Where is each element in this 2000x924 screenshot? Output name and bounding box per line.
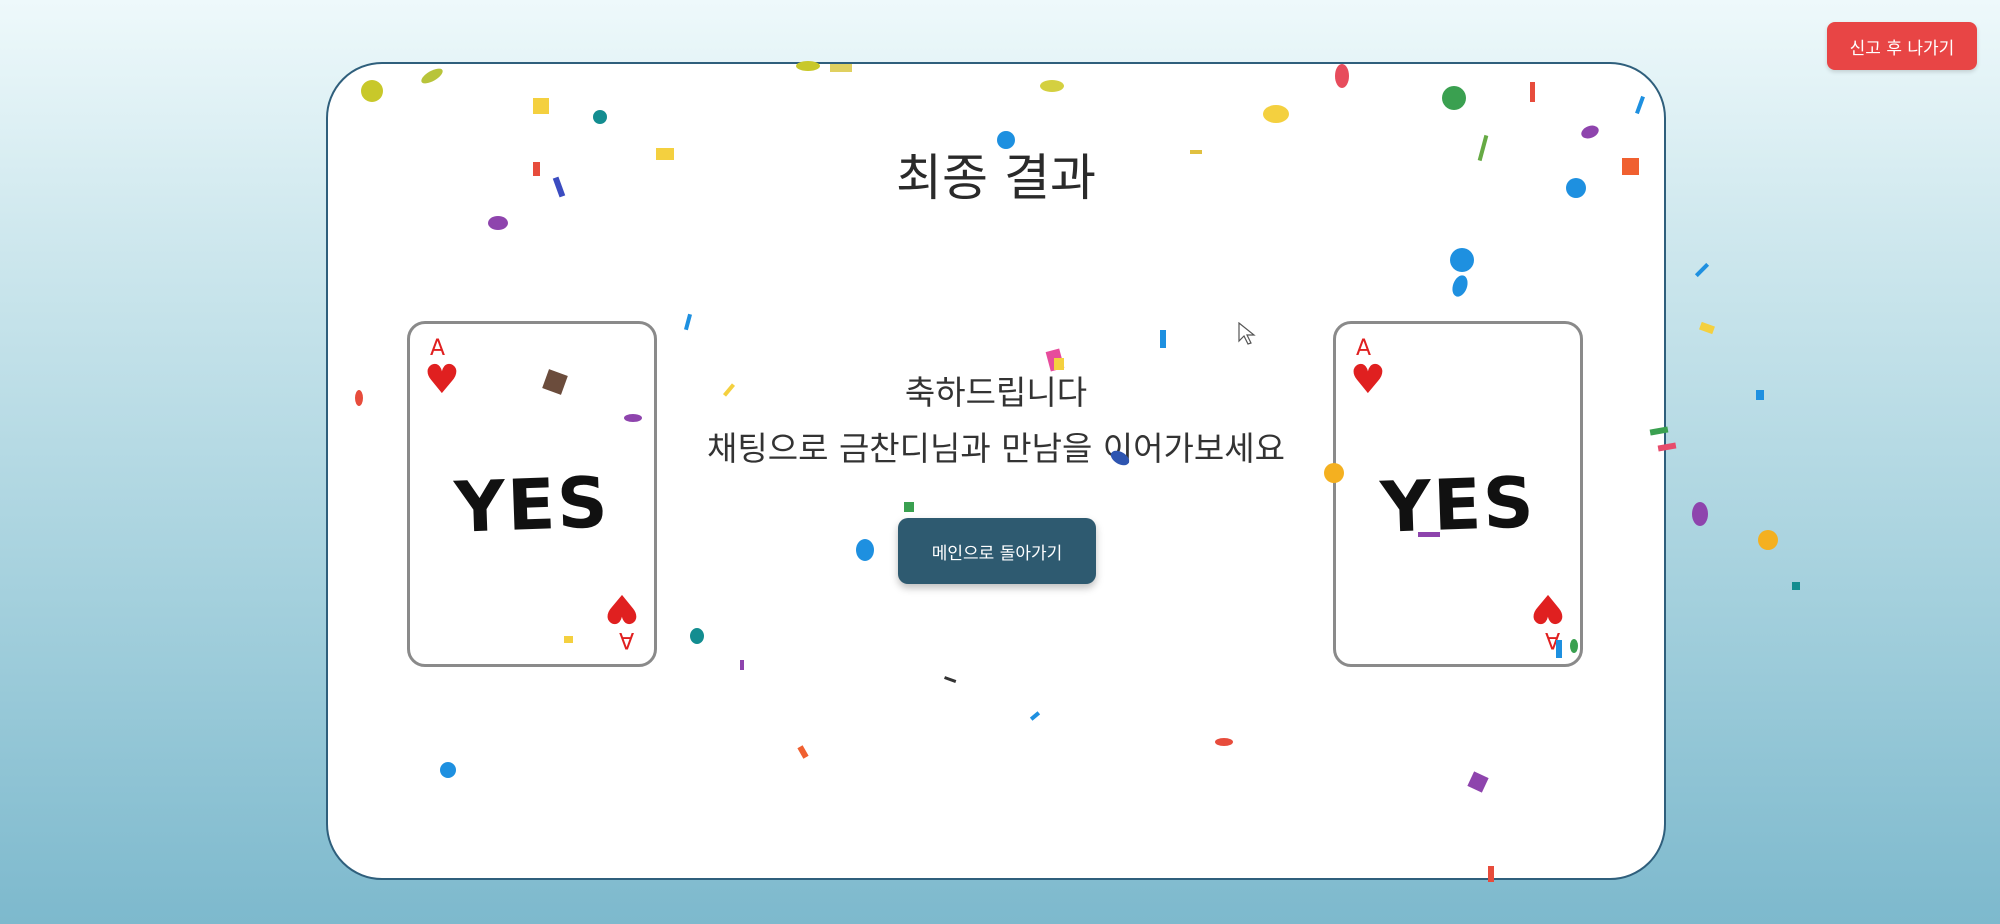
right-card: A ♥ YES ♥ A xyxy=(1333,321,1583,667)
page-title: 최종 결과 xyxy=(896,149,1096,207)
card-answer: YES xyxy=(453,461,611,549)
report-and-exit-button[interactable]: 신고 후 나가기 xyxy=(1827,22,1977,70)
heart-icon: ♥ xyxy=(604,585,640,631)
heart-icon: ♥ xyxy=(1350,357,1386,403)
heart-icon: ♥ xyxy=(424,357,460,403)
card-answer: YES xyxy=(1379,461,1537,549)
heart-icon: ♥ xyxy=(1530,585,1566,631)
card-rank: A xyxy=(1544,627,1560,652)
mouse-cursor-icon xyxy=(1238,322,1256,345)
left-card: A ♥ YES ♥ A xyxy=(407,321,657,667)
card-rank: A xyxy=(618,627,634,652)
congrats-message: 축하드립니다 xyxy=(904,373,1088,412)
back-to-main-button[interactable]: 메인으로 돌아가기 xyxy=(898,518,1096,584)
chat-invite-message: 채팅으로 금찬디님과 만남을 이어가보세요 xyxy=(707,429,1285,468)
